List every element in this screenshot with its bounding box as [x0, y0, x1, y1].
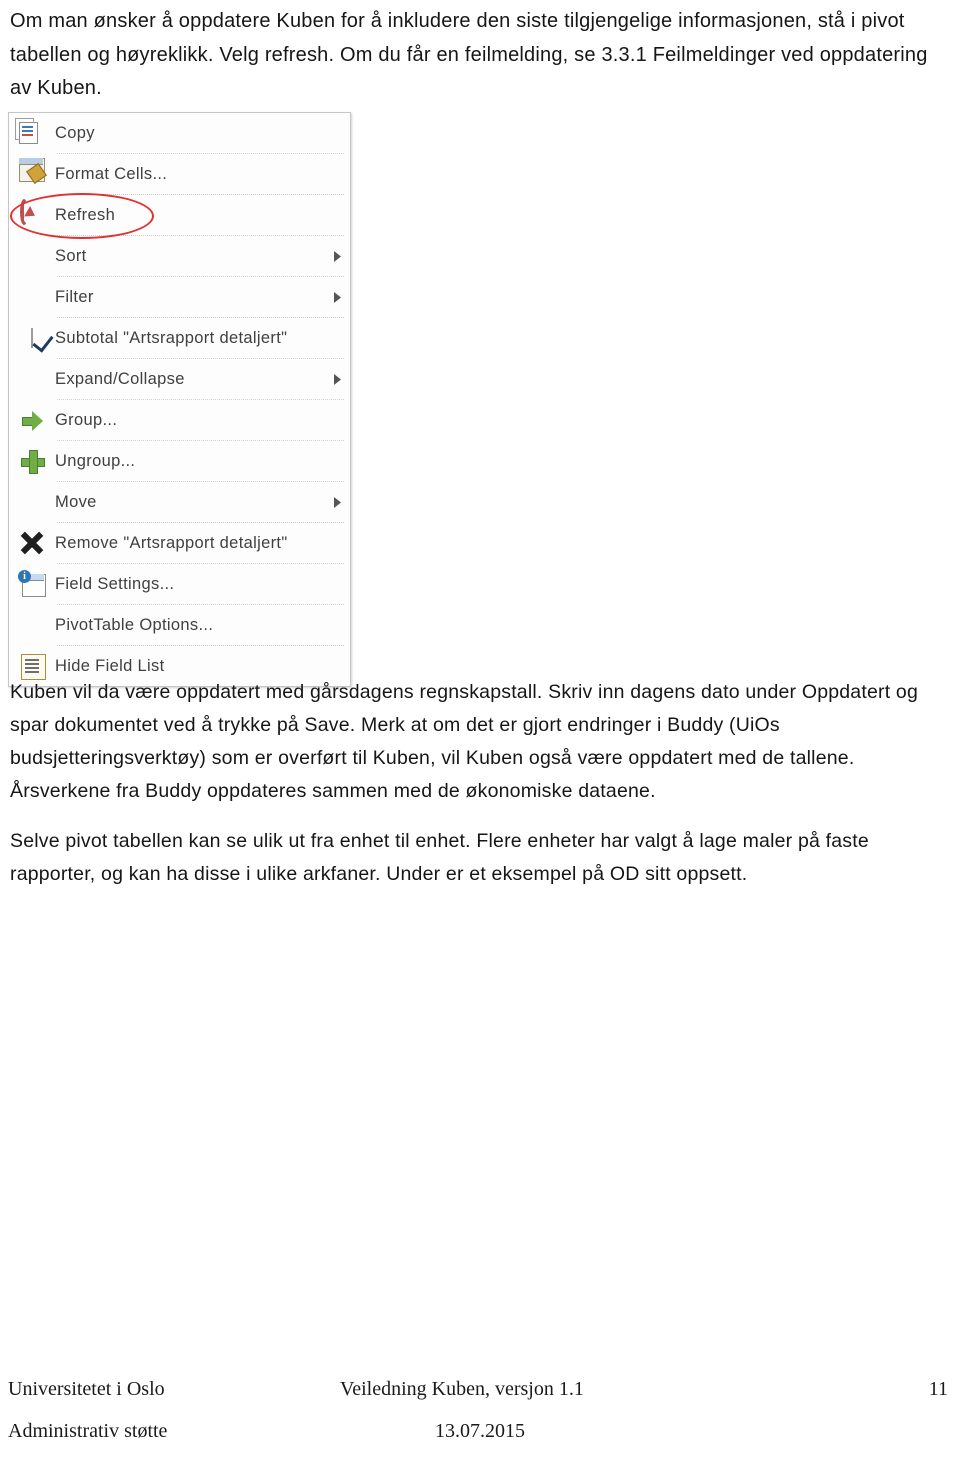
chevron-right-icon	[324, 496, 350, 508]
footer-document-title: Veiledning Kuben, versjon 1.1	[340, 1378, 584, 1400]
menu-item-remove[interactable]: Remove "Artsrapport detaljert"	[9, 523, 350, 563]
copy-icon	[9, 113, 55, 153]
menu-icon-placeholder	[9, 359, 55, 399]
page-number: 11	[928, 1378, 948, 1400]
body-paragraph-2-text: Selve pivot tabellen kan se ulik ut fra …	[10, 830, 869, 885]
menu-item-expand-collapse[interactable]: Expand/Collapse	[9, 359, 350, 399]
excel-context-menu[interactable]: Copy Format Cells... Refresh Sort Filter…	[8, 112, 351, 687]
document-page: Om man ønsker å oppdatere Kuben for å in…	[0, 0, 960, 1466]
ungroup-plus-icon	[9, 441, 55, 481]
field-settings-icon: i	[9, 564, 55, 604]
chevron-right-icon	[324, 291, 350, 303]
format-cells-icon	[9, 154, 55, 194]
footer-date: 13.07.2015	[435, 1420, 525, 1442]
menu-item-sort[interactable]: Sort	[9, 236, 350, 276]
page-footer: Universitetet i Oslo Veiledning Kuben, v…	[0, 1378, 960, 1462]
menu-item-label: Subtotal "Artsrapport detaljert"	[55, 328, 288, 347]
footer-row-1: Universitetet i Oslo Veiledning Kuben, v…	[0, 1378, 960, 1420]
remove-x-icon	[9, 523, 55, 563]
footer-organization: Universitetet i Oslo	[8, 1378, 165, 1400]
menu-icon-placeholder	[9, 605, 55, 645]
menu-item-label: Copy	[55, 123, 95, 142]
menu-item-format-cells[interactable]: Format Cells...	[9, 154, 350, 194]
menu-item-copy[interactable]: Copy	[9, 113, 350, 153]
menu-icon-placeholder	[9, 236, 55, 276]
menu-item-label: Hide Field List	[55, 656, 165, 675]
menu-item-label: Move	[55, 492, 97, 511]
footer-department: Administrativ støtte	[8, 1420, 168, 1442]
menu-icon-placeholder	[9, 482, 55, 522]
menu-item-label: Remove "Artsrapport detaljert"	[55, 533, 288, 552]
chevron-right-icon	[324, 373, 350, 385]
checkmark-icon	[9, 318, 55, 358]
menu-item-label: Format Cells...	[55, 164, 168, 183]
body-paragraph-1-text: Kuben vil da være oppdatert med gårsdage…	[10, 681, 918, 802]
menu-item-label: Ungroup...	[55, 451, 136, 470]
body-paragraph-2: Selve pivot tabellen kan se ulik ut fra …	[10, 825, 950, 891]
menu-item-group[interactable]: Group...	[9, 400, 350, 440]
menu-item-move[interactable]: Move	[9, 482, 350, 522]
intro-paragraph: Om man ønsker å oppdatere Kuben for å in…	[10, 5, 952, 106]
menu-item-label: Field Settings...	[55, 574, 175, 593]
body-paragraph-1: Kuben vil da være oppdatert med gårsdage…	[10, 676, 950, 808]
menu-item-label: PivotTable Options...	[55, 615, 214, 634]
footer-row-2: Administrativ støtte 13.07.2015	[0, 1420, 960, 1462]
menu-item-label: Group...	[55, 410, 118, 429]
menu-icon-placeholder	[9, 277, 55, 317]
menu-item-subtotal[interactable]: Subtotal "Artsrapport detaljert"	[9, 318, 350, 358]
intro-paragraph-text: Om man ønsker å oppdatere Kuben for å in…	[10, 10, 928, 99]
menu-item-pivottable-options[interactable]: PivotTable Options...	[9, 605, 350, 645]
menu-item-label: Filter	[55, 287, 94, 306]
refresh-icon	[9, 195, 55, 235]
menu-item-filter[interactable]: Filter	[9, 277, 350, 317]
menu-item-ungroup[interactable]: Ungroup...	[9, 441, 350, 481]
menu-item-label: Expand/Collapse	[55, 369, 185, 388]
menu-item-refresh[interactable]: Refresh	[9, 195, 350, 235]
group-arrow-icon	[9, 400, 55, 440]
menu-item-field-settings[interactable]: i Field Settings...	[9, 564, 350, 604]
chevron-right-icon	[324, 250, 350, 262]
menu-item-label: Refresh	[55, 205, 116, 224]
menu-item-label: Sort	[55, 246, 87, 265]
